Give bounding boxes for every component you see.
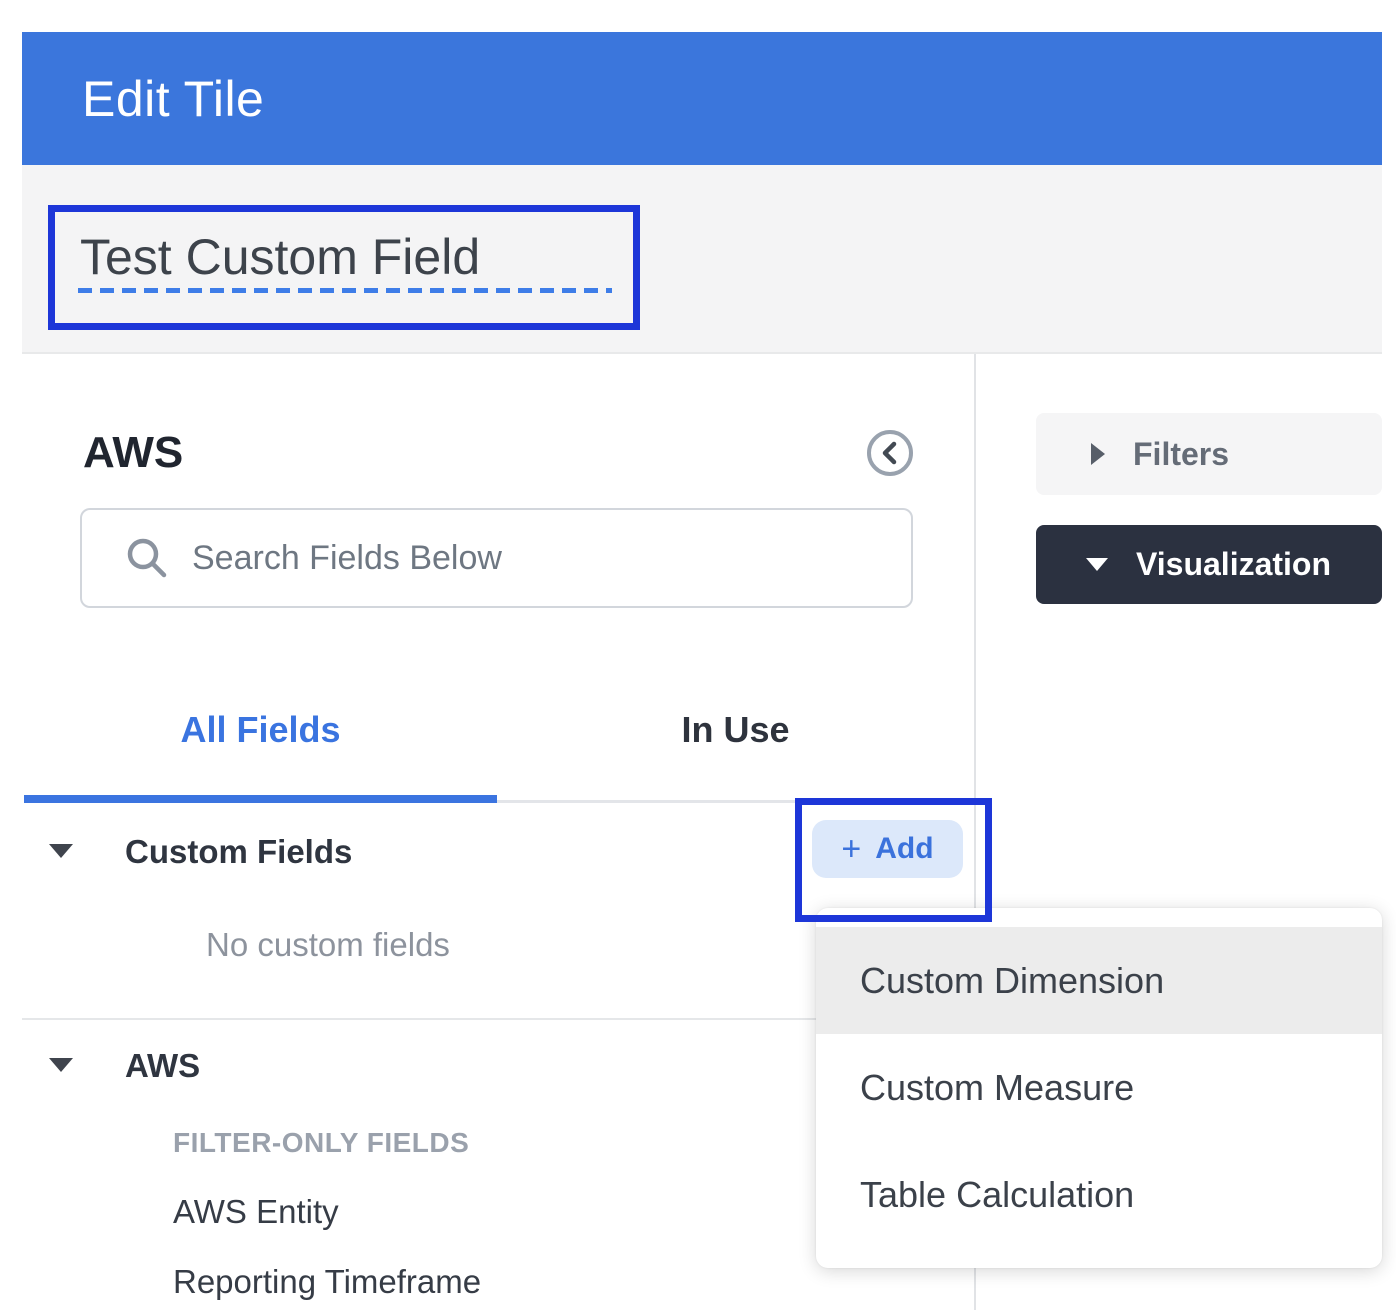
dialog-title: Edit Tile	[82, 70, 264, 128]
custom-fields-empty-text: No custom fields	[206, 926, 450, 964]
active-tab-indicator	[24, 795, 497, 803]
visualization-label: Visualization	[1136, 546, 1331, 583]
section-aws[interactable]: AWS	[125, 1047, 200, 1085]
annotation-box-title	[48, 205, 640, 330]
section-custom-fields[interactable]: Custom Fields	[125, 833, 352, 871]
filter-only-fields-heading: FILTER-ONLY FIELDS	[173, 1127, 469, 1159]
tab-all-fields[interactable]: All Fields	[24, 706, 497, 754]
explore-name: AWS	[83, 428, 183, 478]
caret-down-icon[interactable]	[49, 844, 73, 858]
caret-down-icon[interactable]	[49, 1058, 73, 1072]
filters-section-toggle[interactable]: Filters	[1036, 413, 1382, 495]
collapse-panel-button[interactable]	[866, 429, 914, 477]
menu-item-custom-dimension[interactable]: Custom Dimension	[816, 927, 1382, 1034]
filters-label: Filters	[1133, 436, 1229, 473]
field-aws-entity[interactable]: AWS Entity	[173, 1193, 339, 1231]
search-placeholder: Search Fields Below	[192, 539, 502, 578]
tab-in-use[interactable]: In Use	[497, 706, 974, 754]
menu-item-table-calculation[interactable]: Table Calculation	[816, 1141, 1382, 1248]
field-search-input[interactable]: Search Fields Below	[80, 508, 913, 608]
search-icon	[124, 535, 170, 581]
menu-item-custom-measure[interactable]: Custom Measure	[816, 1034, 1382, 1141]
chevron-left-circle-icon	[866, 464, 914, 481]
tab-strip-baseline	[497, 800, 795, 803]
field-reporting-timeframe[interactable]: Reporting Timeframe	[173, 1263, 481, 1301]
annotation-box-add-button	[795, 798, 992, 922]
edit-tile-header: Edit Tile	[22, 32, 1382, 165]
caret-down-icon	[1086, 558, 1108, 571]
add-field-menu: Custom Dimension Custom Measure Table Ca…	[816, 908, 1382, 1268]
caret-right-icon	[1091, 443, 1105, 465]
visualization-section-toggle[interactable]: Visualization	[1036, 525, 1382, 604]
